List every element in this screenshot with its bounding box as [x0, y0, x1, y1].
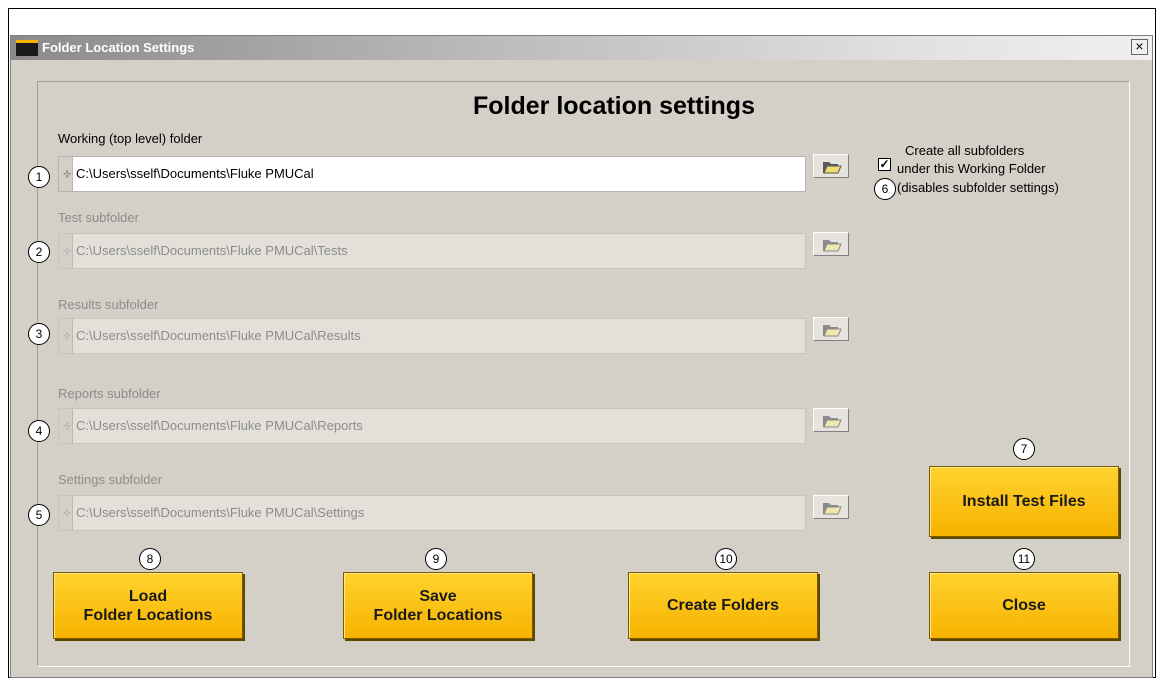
test-subfolder-label: Test subfolder	[58, 210, 139, 225]
create-subfolders-label-line3: (disables subfolder settings)	[897, 180, 1059, 195]
results-subfolder-browse-button[interactable]	[813, 317, 849, 341]
settings-subfolder-field[interactable]: ⊹ C:\Users\sself\Documents\Fluke PMUCal\…	[58, 495, 806, 531]
working-folder-field[interactable]: ⊹ C:\Users\sself\Documents\Fluke PMUCal	[58, 156, 806, 192]
working-folder-browse-button[interactable]	[813, 154, 849, 178]
folder-open-icon	[823, 416, 842, 428]
create-subfolders-label-line1: Create all subfolders	[905, 143, 1025, 158]
results-subfolder-path: C:\Users\sself\Documents\Fluke PMUCal\Re…	[76, 328, 361, 343]
settings-subfolder-path: C:\Users\sself\Documents\Fluke PMUCal\Se…	[76, 505, 365, 520]
save-folder-locations-button[interactable]: Save Folder Locations	[343, 572, 533, 639]
reports-subfolder-field[interactable]: ⊹ C:\Users\sself\Documents\Fluke PMUCal\…	[58, 408, 806, 444]
callout-4: 4	[28, 420, 50, 442]
callout-3: 3	[28, 323, 50, 345]
folder-open-icon	[823, 162, 842, 174]
load-button-line2: Folder Locations	[83, 606, 213, 624]
settings-subfolder-label: Settings subfolder	[58, 472, 163, 487]
folder-open-icon	[823, 240, 842, 252]
reports-subfolder-browse-button[interactable]	[813, 408, 849, 432]
page-title: Folder location settings	[473, 92, 755, 120]
results-subfolder-field[interactable]: ⊹ C:\Users\sself\Documents\Fluke PMUCal\…	[58, 318, 806, 354]
callout-2: 2	[28, 241, 50, 263]
reports-subfolder-label: Reports subfolder	[58, 386, 161, 401]
tree-icon: ⊹	[63, 169, 72, 180]
load-button-line1: Load	[128, 587, 168, 605]
create-subfolders-checkbox[interactable]: ✓	[878, 158, 891, 171]
app-icon	[16, 40, 38, 56]
save-button-line2: Folder Locations	[373, 606, 503, 624]
window-close-button[interactable]: ×	[1131, 39, 1148, 55]
window-title: Folder Location Settings	[42, 40, 195, 55]
test-subfolder-path: C:\Users\sself\Documents\Fluke PMUCal\Te…	[76, 243, 348, 258]
callout-10: 10	[715, 548, 737, 570]
working-folder-label: Working (top level) folder	[58, 131, 203, 146]
folder-open-icon	[823, 325, 842, 337]
settings-subfolder-browse-button[interactable]	[813, 495, 849, 519]
reports-subfolder-path: C:\Users\sself\Documents\Fluke PMUCal\Re…	[76, 418, 363, 433]
tree-icon: ⊹	[63, 508, 72, 519]
create-subfolders-label-line2: under this Working Folder	[897, 161, 1046, 176]
close-button[interactable]: Close	[929, 572, 1119, 639]
callout-8: 8	[139, 548, 161, 570]
callout-7: 7	[1013, 438, 1035, 460]
callout-1: 1	[28, 166, 50, 188]
create-folders-button[interactable]: Create Folders	[628, 572, 818, 639]
results-subfolder-label: Results subfolder	[58, 297, 159, 312]
callout-5: 5	[28, 504, 50, 526]
save-button-line1: Save	[419, 587, 457, 605]
callout-9: 9	[425, 548, 447, 570]
install-test-files-button[interactable]: Install Test Files	[929, 466, 1119, 537]
callout-11: 11	[1013, 548, 1035, 570]
test-subfolder-browse-button[interactable]	[813, 232, 849, 256]
load-folder-locations-button[interactable]: Load Folder Locations	[53, 572, 243, 639]
title-bar[interactable]: Folder Location Settings ×	[11, 36, 1152, 60]
callout-6: 6	[874, 178, 896, 200]
tree-icon: ⊹	[63, 246, 72, 257]
tree-icon: ⊹	[63, 331, 72, 342]
tree-icon: ⊹	[63, 421, 72, 432]
test-subfolder-field[interactable]: ⊹ C:\Users\sself\Documents\Fluke PMUCal\…	[58, 233, 806, 269]
folder-open-icon	[823, 503, 842, 515]
working-folder-path: C:\Users\sself\Documents\Fluke PMUCal	[76, 166, 314, 181]
